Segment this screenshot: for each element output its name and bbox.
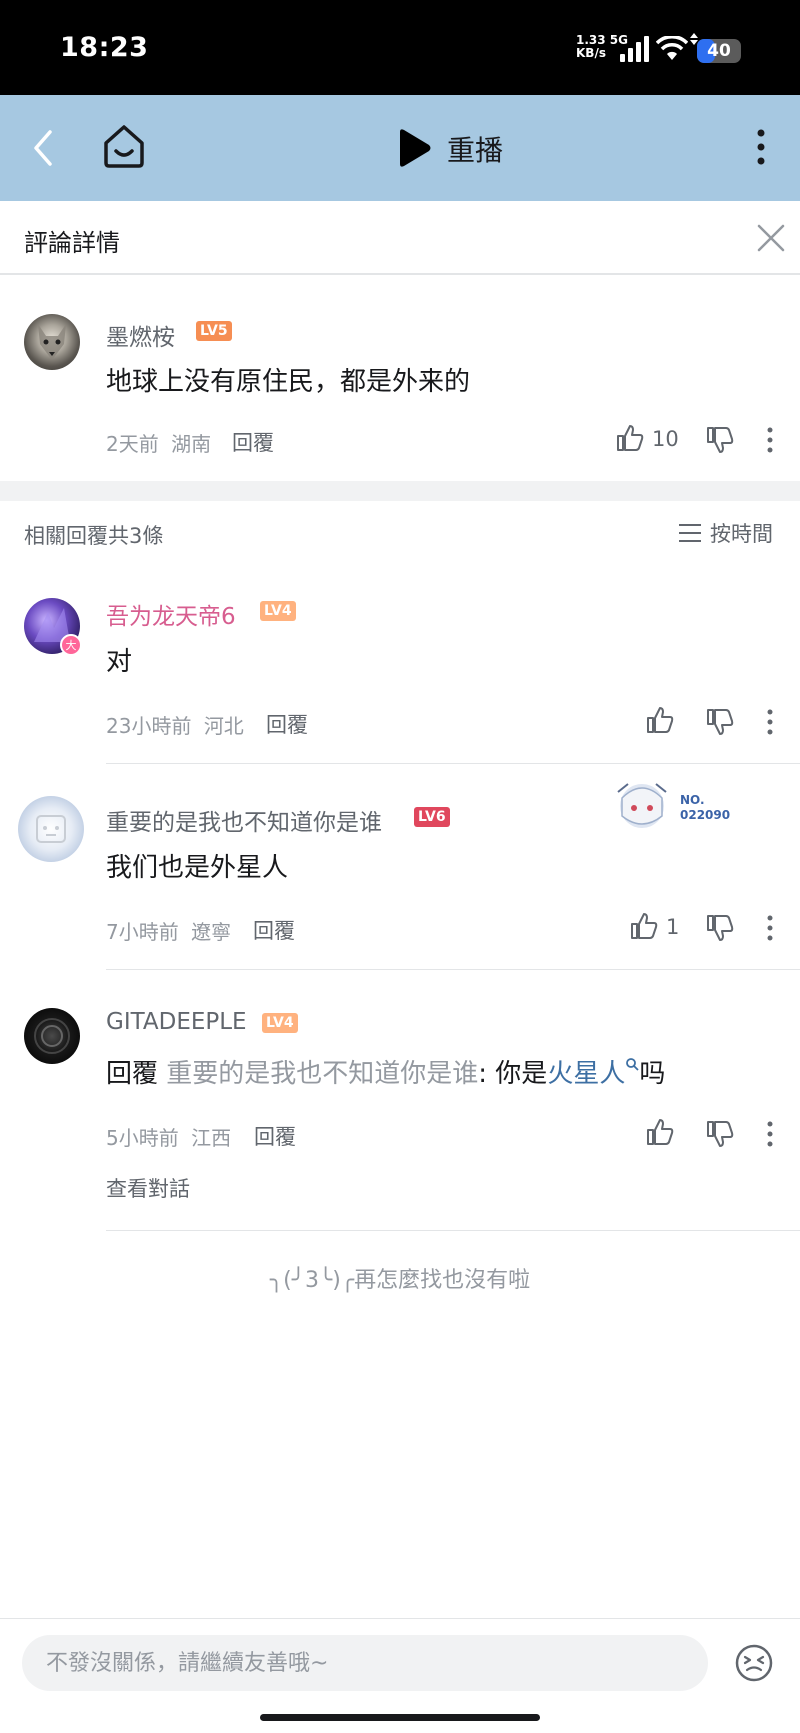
comment-content: 对: [106, 647, 133, 677]
level-badge: LV4: [262, 1013, 298, 1033]
comment-meta: 7小時前 遼寧: [106, 916, 231, 945]
reply-item: 大 吾为龙天帝6 LV4 对 23小時前 河北 回覆: [0, 580, 800, 765]
home-indicator[interactable]: [260, 1714, 540, 1721]
like-count: 1: [666, 915, 680, 939]
reply-prefix: 回覆: [106, 1059, 167, 1089]
reply-input[interactable]: [22, 1635, 708, 1691]
row-divider: [106, 763, 800, 764]
more-icon[interactable]: [766, 914, 774, 942]
like-count: 10: [652, 427, 679, 451]
replay-label[interactable]: 重播: [447, 129, 503, 169]
reply-count-text: 相關回覆共3條: [24, 524, 164, 548]
comment-time: 2天前: [106, 432, 159, 456]
like-icon[interactable]: [616, 424, 644, 452]
robot-avatar-icon: [36, 815, 66, 843]
wolf-avatar-icon: [38, 324, 66, 360]
comment-detail-title: 評論詳情: [24, 229, 120, 257]
comment-meta: 5小時前 江西: [106, 1122, 231, 1151]
svg-text:大: 大: [66, 638, 77, 652]
comment-content: 回覆 重要的是我也不知道你是谁: 你是火星人吗: [106, 1053, 665, 1090]
battery-level: 40: [707, 41, 731, 61]
emoji-icon[interactable]: [734, 1643, 774, 1683]
reply-button[interactable]: 回覆: [253, 915, 295, 945]
comment-location: 河北: [203, 714, 244, 738]
like-icon[interactable]: [630, 912, 658, 940]
reply-button[interactable]: 回覆: [266, 709, 308, 739]
content-middle: : 你是: [478, 1059, 548, 1089]
comment-content: 地球上没有原住民，都是外来的: [106, 367, 471, 397]
like-icon[interactable]: [646, 1118, 674, 1146]
fan-badge-label: NO.: [680, 793, 705, 807]
username[interactable]: 吾为龙天帝6: [106, 597, 236, 631]
more-icon[interactable]: [766, 708, 774, 736]
username[interactable]: 重要的是我也不知道你是谁: [106, 803, 382, 837]
wifi-icon: [656, 36, 688, 60]
signal-icon: [620, 36, 649, 62]
end-of-list-text: ╮(╯3╰)╭再怎麼找也沒有啦: [269, 1268, 531, 1293]
comment-time: 23小時前: [106, 714, 192, 738]
row-divider: [106, 969, 800, 970]
search-keyword-link[interactable]: 火星人: [547, 1059, 625, 1089]
level-badge: LV5: [196, 321, 232, 341]
reply-button[interactable]: 回覆: [254, 1121, 296, 1151]
row-divider: [106, 1230, 800, 1231]
status-bar: 18:23 1.33 5G KB/s 40: [0, 0, 800, 95]
play-icon[interactable]: [396, 128, 432, 168]
avatar[interactable]: [24, 314, 80, 370]
dark-avatar-icon: [34, 1018, 70, 1054]
level-badge: LV4: [260, 601, 296, 621]
fan-badge-number: NO. 022090: [680, 793, 730, 823]
more-icon[interactable]: [766, 426, 774, 454]
root-comment: 墨燃桉 LV5 地球上没有原住民，都是外来的 2天前 湖南 回覆 10: [0, 300, 800, 470]
status-time: 18:23: [60, 32, 149, 63]
dislike-icon[interactable]: [706, 914, 734, 942]
content-suffix: 吗: [639, 1059, 666, 1089]
comment-time: 7小時前: [106, 920, 179, 944]
close-icon[interactable]: [756, 223, 786, 253]
avatar[interactable]: [24, 1008, 80, 1064]
avatar[interactable]: [18, 796, 84, 862]
view-conversation-link[interactable]: 查看對話: [106, 1173, 190, 1203]
nav-bar: 重播: [0, 95, 800, 201]
dislike-icon[interactable]: [706, 1120, 734, 1148]
more-options-icon[interactable]: [754, 127, 768, 167]
reply-bar: [0, 1618, 800, 1733]
section-divider: [0, 481, 800, 501]
mention-link[interactable]: 重要的是我也不知道你是谁: [166, 1059, 478, 1089]
battery-indicator: 40: [697, 39, 741, 63]
dislike-icon[interactable]: [706, 426, 734, 454]
username[interactable]: 墨燃桉: [106, 318, 175, 352]
vip-badge-icon: 大: [60, 634, 82, 656]
comment-location: 江西: [191, 1126, 232, 1150]
like-icon[interactable]: [646, 706, 674, 734]
comment-content: 我们也是外星人: [106, 853, 289, 883]
home-icon[interactable]: [102, 123, 146, 169]
dislike-icon[interactable]: [706, 708, 734, 736]
comment-time: 5小時前: [106, 1126, 179, 1150]
fan-badge-icon: [617, 783, 667, 828]
comment-detail-header: 評論詳情: [0, 201, 800, 275]
level-badge: LV6: [414, 807, 450, 827]
comment-meta: 2天前 湖南: [106, 428, 211, 457]
comment-location: 湖南: [171, 432, 212, 456]
sort-by-time-button[interactable]: 按時間: [710, 518, 773, 548]
reply-button[interactable]: 回覆: [232, 427, 274, 457]
username[interactable]: GITADEEPLE: [106, 1009, 247, 1035]
more-icon[interactable]: [766, 1120, 774, 1148]
reply-item: 重要的是我也不知道你是谁 LV6 NO. 022090 我们也是外星人 7小時前…: [0, 783, 800, 971]
search-icon[interactable]: [625, 1057, 639, 1071]
fan-badge-digits: 022090: [680, 808, 731, 822]
back-icon[interactable]: [30, 128, 56, 168]
comment-meta: 23小時前 河北: [106, 710, 244, 739]
comment-location: 遼寧: [191, 920, 232, 944]
sort-icon[interactable]: [678, 522, 702, 544]
